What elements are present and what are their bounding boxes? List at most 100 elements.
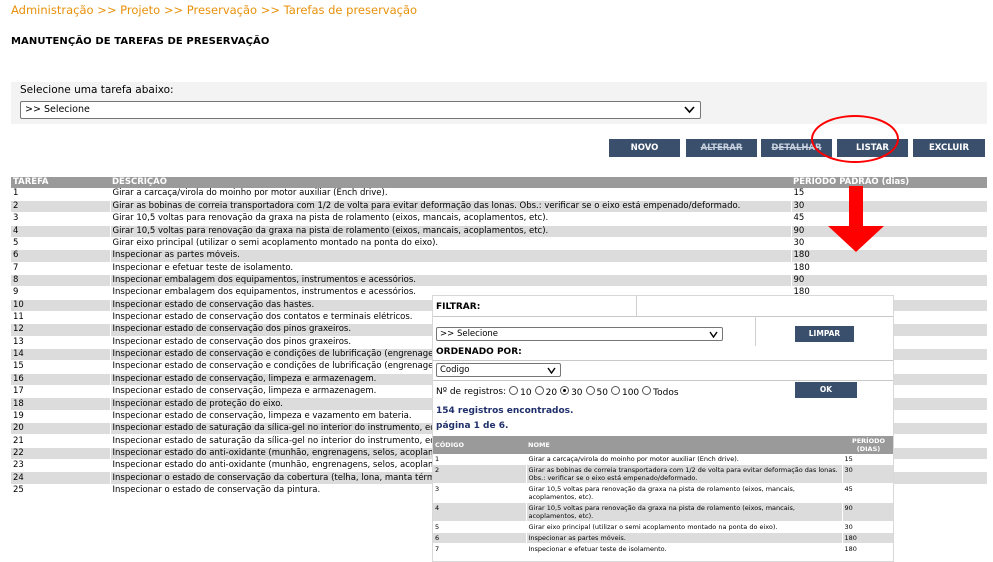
- table-cell: Girar a carcaça/virola do moinho por mot…: [526, 454, 843, 465]
- table-row[interactable]: 5 Girar eixo principal (utilizar o semi a…: [433, 521, 893, 533]
- page-indicator: página 1 de 6.: [436, 421, 509, 431]
- table-cell: Girar as bobinas de correia transportado…: [526, 464, 843, 484]
- divider: [755, 316, 756, 346]
- table-cell: 9: [11, 286, 111, 300]
- records-radio[interactable]: [642, 386, 652, 395]
- table-cell: Girar 10,5 voltas para renovação da grax…: [110, 212, 792, 226]
- divider: [433, 380, 893, 381]
- divider: [636, 296, 637, 316]
- records-label: Nº de registros:: [436, 387, 507, 397]
- chevron-down-icon: [709, 331, 718, 338]
- table-row[interactable]: 6 Inspecionar as partes móveis. 180: [433, 532, 893, 544]
- records-option-label: 20: [545, 388, 558, 398]
- records-option-label: 30: [571, 388, 583, 398]
- table-cell: 2: [11, 200, 111, 214]
- table-cell: 30: [842, 521, 893, 533]
- results-table: CÓDIGO NOME PERÍODO (DIAS) 1 Girar a carc…: [433, 436, 893, 555]
- records-radio[interactable]: [509, 386, 519, 395]
- table-cell: 10: [11, 299, 111, 312]
- task-select-label: Selecione uma tarefa abaixo:: [20, 84, 174, 96]
- records-radio[interactable]: [560, 386, 570, 395]
- table-cell: 18: [11, 397, 111, 411]
- records-radio[interactable]: [585, 386, 595, 395]
- ok-button[interactable]: OK: [795, 382, 857, 398]
- table-cell: 16: [11, 373, 111, 387]
- divider: [433, 316, 893, 317]
- table-cell: 24: [11, 471, 111, 485]
- records-radio-group: Nº de registros: 10 20 30 50 100 Todos: [436, 386, 679, 398]
- table-cell: 180: [791, 249, 988, 263]
- table-cell: 21: [11, 434, 111, 448]
- table-cell: 5: [433, 521, 527, 533]
- table-cell: 180: [791, 262, 988, 275]
- table-cell: 6: [433, 532, 527, 544]
- table-cell: 1: [433, 454, 527, 465]
- order-label: ORDENADO POR:: [436, 347, 522, 357]
- table-cell: 30: [791, 237, 988, 251]
- table-row[interactable]: 7 Inspecionar e efetuar teste de isolamen…: [433, 543, 893, 555]
- table-cell: 20: [11, 422, 111, 436]
- chevron-down-icon: [684, 106, 695, 114]
- records-radio[interactable]: [534, 386, 544, 395]
- divider: [433, 360, 893, 361]
- column-header-descricao[interactable]: DESCRIÇÃO: [110, 177, 791, 188]
- table-cell: Girar 10,5 voltas para renovação da grax…: [526, 502, 843, 522]
- table-cell: 30: [842, 464, 893, 484]
- table-cell: 15: [842, 454, 893, 465]
- chevron-down-icon: [547, 367, 556, 374]
- excluir-button[interactable]: EXCLUIR: [913, 139, 985, 157]
- filter-select[interactable]: >> Selecione: [436, 327, 723, 341]
- novo-button[interactable]: NOVO: [609, 139, 680, 157]
- table-cell: 3: [433, 483, 527, 503]
- records-radio[interactable]: [610, 386, 620, 395]
- records-option-label: Todos: [653, 388, 679, 398]
- task-select-value: >> Selecione: [25, 104, 90, 115]
- table-cell: Inspecionar as partes móveis.: [110, 249, 792, 263]
- table-row[interactable]: 8 Inspecionar embalagem dos equipamentos,…: [11, 274, 988, 288]
- table-cell: Inspecionar e efetuar teste de isolament…: [110, 262, 792, 275]
- results-table-header: CÓDIGO NOME PERÍODO (DIAS): [433, 436, 893, 454]
- table-cell: 2: [433, 464, 527, 484]
- table-cell: 15: [11, 360, 111, 374]
- records-option-label: 10: [520, 388, 532, 398]
- table-row[interactable]: 3 Girar 10,5 voltas para renovação da gra…: [433, 483, 893, 503]
- column-header-periodo-dias[interactable]: PERÍODO (DIAS): [842, 436, 893, 454]
- table-cell: Inspecionar as partes móveis.: [526, 532, 843, 544]
- table-cell: 1: [11, 188, 111, 201]
- task-select[interactable]: >> Selecione: [20, 101, 701, 119]
- table-cell: 6: [11, 249, 111, 263]
- table-row[interactable]: 4 Girar 10,5 voltas para renovação da gra…: [433, 502, 893, 522]
- records-found: 154 registros encontrados.: [436, 406, 574, 416]
- table-cell: 180: [842, 532, 893, 544]
- table-cell: 30: [791, 200, 988, 214]
- column-header-periodo[interactable]: PERÍODO PADRÃO (dias): [791, 177, 987, 188]
- table-cell: Inspecionar e efetuar teste de isolament…: [526, 543, 843, 555]
- table-cell: 15: [791, 188, 988, 201]
- table-row[interactable]: 2 Girar as bobinas de correia transportad…: [433, 464, 893, 484]
- table-cell: 22: [11, 447, 111, 461]
- breadcrumb[interactable]: Administração >> Projeto >> Preservação …: [11, 3, 417, 17]
- table-cell: 23: [11, 459, 111, 473]
- table-cell: 90: [791, 225, 988, 238]
- table-cell: 4: [433, 502, 527, 522]
- table-cell: 5: [11, 237, 111, 251]
- limpar-button[interactable]: LIMPAR: [795, 326, 854, 342]
- order-select[interactable]: Codigo: [436, 363, 561, 377]
- table-cell: 45: [791, 212, 988, 226]
- table-cell: Girar eixo principal (utilizar o semi ac…: [110, 237, 792, 251]
- table-cell: 19: [11, 410, 111, 424]
- table-cell: Girar 10,5 voltas para renovação da grax…: [526, 483, 843, 503]
- filter-label: FILTRAR:: [436, 302, 481, 312]
- arrow-down-icon: [828, 186, 884, 252]
- table-row[interactable]: 7 Inspecionar e efetuar teste de isolamen…: [11, 262, 988, 275]
- table-row[interactable]: 1 Girar a carcaça/virola do moinho por mo…: [433, 454, 893, 465]
- alterar-button[interactable]: ALTERAR: [686, 139, 757, 157]
- column-header-codigo[interactable]: CÓDIGO: [433, 436, 526, 454]
- records-option-label: 50: [596, 388, 608, 398]
- table-cell: Girar a carcaça/virola do moinho por mot…: [110, 188, 792, 201]
- table-cell: 3: [11, 212, 111, 226]
- table-cell: 180: [842, 543, 893, 555]
- table-cell: 17: [11, 385, 111, 399]
- column-header-tarefa[interactable]: TAREFA: [11, 177, 110, 188]
- column-header-nome[interactable]: NOME: [526, 436, 842, 454]
